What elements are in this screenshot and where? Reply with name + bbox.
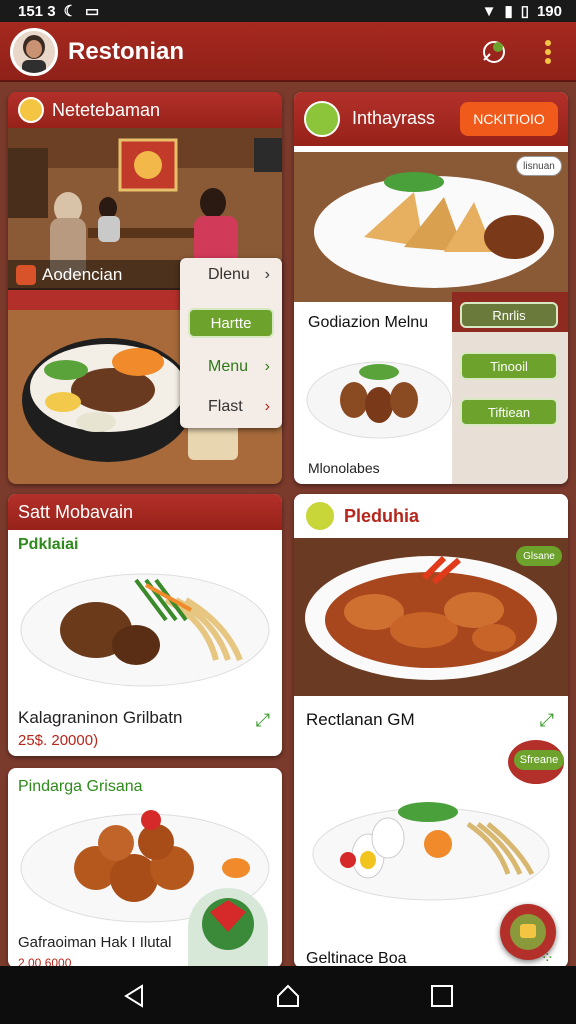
hartte-button[interactable]: Hartte [188,308,274,338]
card-subheader: Pdklaiai [18,536,79,553]
menu-item-label: Flast [208,398,243,415]
dish-card[interactable]: Pleduhia Glsane Rectlanan GM ⤢ Sfreane G… [294,494,568,966]
dish-card[interactable]: Pindarga Grisana Gafraoiman Hak I Ilutal… [8,768,282,966]
tag-badge: Glsane [516,546,562,566]
avatar[interactable] [10,28,58,76]
dish-name: Kalagraninon Grilbatn [18,708,183,727]
card-title: Netetebaman [52,99,161,120]
dish-price: 2.00 6000 [18,956,72,966]
dish-card[interactable]: Satt Mobavain Pdklaiai Kalagraninon Gril… [8,494,282,756]
home-icon[interactable] [274,982,302,1010]
chevron-right-icon: › [264,266,270,283]
section-title: Godiazion Melnu [308,314,429,331]
battery-icon: ▯ [520,3,529,20]
card-subtitle: Aodencian [42,265,123,284]
app-title: Restonian [68,38,185,65]
chevron-right-icon: › [264,398,270,415]
menu-item-label: Menu [208,358,249,375]
share-icon[interactable]: ⤢ [540,710,554,731]
tag-badge: lisnuan [516,156,562,176]
wifi-icon: ▼ [481,2,497,20]
grilled-meat-noodles-image [20,573,270,687]
system-nav-bar [0,966,576,1024]
fab-button[interactable] [500,904,556,960]
side-panel: Rnrlis Tinooil Tiftiean [452,292,568,484]
card-title: Pindarga Grisana [18,778,143,795]
dish-name: Rectlanan GM [306,710,415,729]
user-avatar-icon [13,31,55,73]
fork-knife-icon [16,265,36,285]
menu-item-label: Dlenu [208,266,250,283]
tag-blob: Sfreane [508,740,564,784]
context-menu: Dlenu › Hartte Menu › Flast › [180,258,282,428]
chevron-right-icon: › [264,358,270,375]
menu-item-menu[interactable]: Menu › [180,350,282,384]
fried-dish-image [306,361,452,439]
share-icon[interactable]: ⤢ [256,710,270,731]
card-title: Pleduhia [344,506,420,526]
restaurant-logo-icon [304,500,336,532]
battery-text: 190 [536,2,562,20]
menu-item-dlenu[interactable]: Dlenu › [180,258,282,292]
moon-icon: ☾ [63,3,77,20]
more-vert-icon[interactable] [532,36,564,68]
status-bar: 151 3 ☾ ▭ ▼ ▮ ▯ 190 [0,0,576,22]
card-header: Satt Mobavain [8,494,282,530]
card-title: Satt Mobavain [18,501,134,522]
back-icon[interactable] [120,982,148,1010]
action-button[interactable]: NCKITIOIO [460,102,558,136]
signal-icon: ▮ [504,3,513,20]
card-title: Inthayrass [352,108,436,128]
card-header: Inthayrass NCKITIOIO [294,92,568,146]
map-pin-icon[interactable] [478,36,510,68]
app-bar: Restonian [0,22,576,82]
status-time: 151 3 [18,2,56,20]
tag-badge: Sfreane [514,750,564,770]
recents-icon[interactable] [428,982,456,1010]
side-button-3[interactable]: Tiftiean [460,398,558,426]
map-fab-icon[interactable] [188,888,268,966]
cast-icon: ▭ [85,3,100,20]
main-content: Netetebaman Aodencian Dlenu › Hartte Men… [0,82,576,966]
restaurant-logo-icon [18,97,44,123]
chat-icon [510,914,546,950]
side-button-1[interactable]: Rnrlis [460,302,558,328]
menu-card[interactable]: Inthayrass NCKITIOIO lisnuan Godiazion M… [294,92,568,484]
side-button-2[interactable]: Tinooil [460,352,558,380]
caption-text: Mlonolabes [308,460,380,476]
restaurant-logo-icon [304,101,340,137]
menu-item-flast[interactable]: Flast › [180,390,282,424]
card-header: Pleduhia [294,494,568,538]
card-header: Netetebaman [8,92,282,128]
dish-price: 25$. 20000) [18,732,99,749]
dish-name: Gafraoiman Hak I Ilutal [18,934,172,951]
dish-name: Geltinace Boa [306,950,407,966]
